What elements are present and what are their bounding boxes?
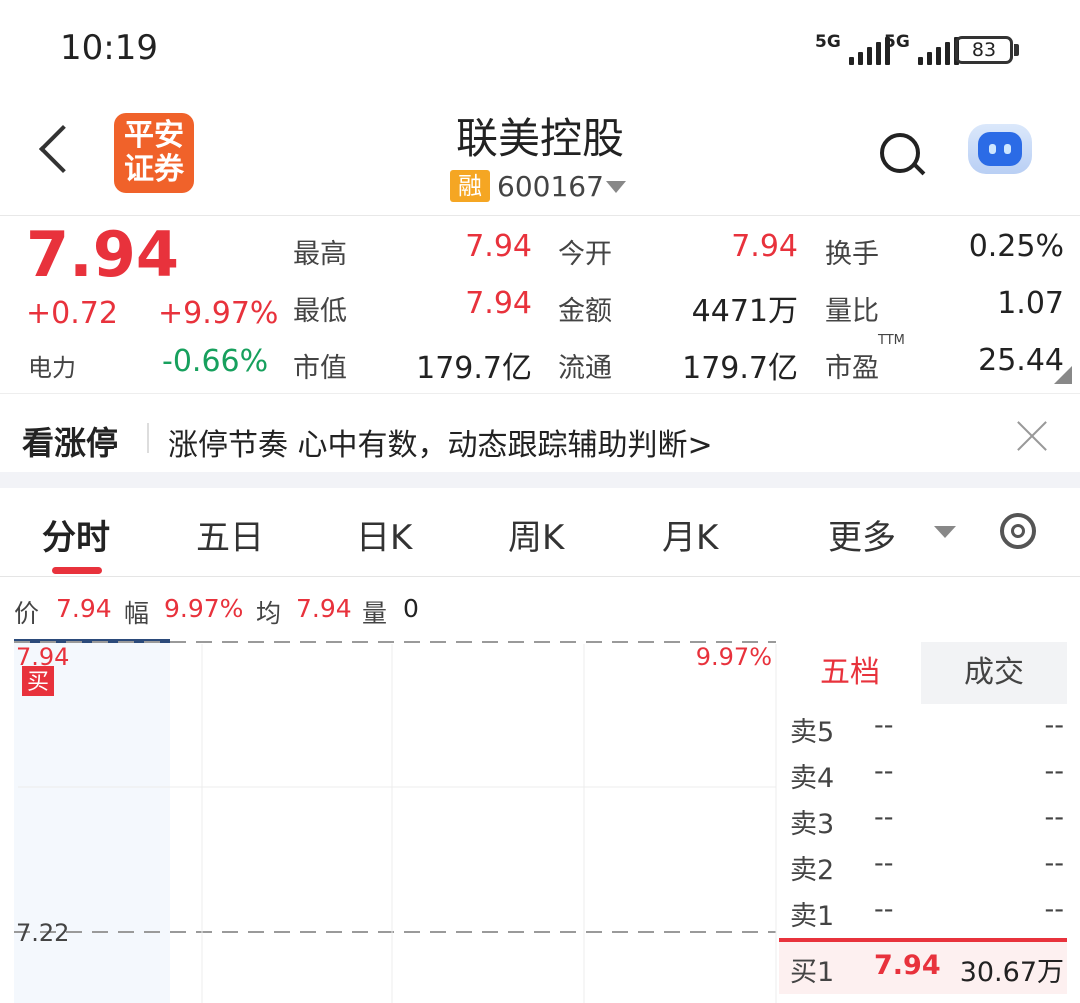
intraday-chart[interactable]: 7.94 9.97% 买 7.22 (0, 630, 780, 1003)
banner-separator (147, 423, 149, 453)
back-icon[interactable] (38, 124, 88, 174)
ask-price: -- (874, 802, 894, 833)
banner-text[interactable]: 涨停节奏 心中有数，动态跟踪辅助判断> (168, 420, 713, 464)
ask-volume: -- (1044, 894, 1065, 925)
battery-icon: 83 (955, 36, 1013, 64)
ask-label: 卖5 (790, 717, 835, 748)
sector-change-pct[interactable]: -0.66% (162, 344, 268, 379)
sim2-label: 5G (884, 32, 910, 52)
signal-icon: 5G (815, 34, 890, 65)
tab-weekly-k[interactable]: 周K (508, 510, 564, 559)
turnover-label: 换手 (825, 239, 879, 270)
open-value: 7.94 (731, 229, 798, 264)
gear-icon-center[interactable] (1011, 524, 1025, 538)
bid-row[interactable]: 买1 7.94 30.67万 (790, 950, 1066, 996)
pe-label: 市盈 (825, 353, 879, 384)
ask-volume: -- (1044, 802, 1065, 833)
sector-name[interactable]: 电力 (28, 348, 76, 383)
ask-price: -- (874, 756, 894, 787)
pe-value: 25.44 (978, 343, 1064, 378)
chevron-down-icon[interactable] (934, 526, 956, 538)
status-time: 10:19 (60, 28, 158, 68)
tab-intraday[interactable]: 分时 (42, 510, 110, 559)
chart-session-shade (14, 642, 170, 1003)
ai-assistant-face[interactable] (978, 132, 1022, 166)
ask-row[interactable]: 卖1 -- -- (790, 894, 1066, 940)
chart-mid-price: 7.22 (16, 919, 69, 947)
signal-icon: 5G (884, 34, 959, 65)
ask-label: 卖3 (790, 809, 835, 840)
buy-marker-text: 买 (27, 670, 49, 695)
open-label: 今开 (558, 239, 612, 270)
ask-row[interactable]: 卖2 -- -- (790, 848, 1066, 894)
high-label: 最高 (293, 239, 347, 270)
chart-top-pct: 9.97% (696, 643, 772, 671)
ask-volume: -- (1044, 848, 1065, 879)
info-price-label: 价 (14, 599, 40, 628)
ask-volume: -- (1044, 756, 1065, 787)
ask-label: 卖2 (790, 855, 835, 886)
low-label: 最低 (293, 296, 347, 327)
broker-logo[interactable]: 平安 证券 (114, 113, 194, 193)
margin-badge: 融 (450, 170, 490, 202)
info-volume-value: 0 (403, 594, 419, 623)
bid-label: 买1 (790, 957, 835, 988)
ask-price: -- (874, 710, 894, 741)
info-range-value: 9.97% (164, 594, 244, 623)
volume-ratio-label: 量比 (825, 296, 879, 327)
pe-ttm-sup: TTM (878, 333, 905, 348)
sim1-label: 5G (815, 32, 841, 52)
tabs-divider (0, 576, 1080, 577)
ask-row[interactable]: 卖4 -- -- (790, 756, 1066, 802)
tab-trades[interactable]: 成交 (921, 642, 1067, 704)
low-value: 7.94 (465, 286, 532, 321)
ask-row[interactable]: 卖3 -- -- (790, 802, 1066, 848)
expand-corner-icon[interactable] (1054, 366, 1072, 384)
bid-volume: 30.67万 (959, 957, 1064, 988)
battery-tip (1014, 44, 1019, 56)
tab-active-indicator (52, 567, 102, 574)
float-cap-value: 179.7亿 (682, 351, 798, 386)
stock-code[interactable]: 600167 (497, 170, 604, 203)
tab-depth[interactable]: 五档 (779, 642, 921, 704)
header-divider (0, 215, 1080, 216)
banner-title[interactable]: 看涨停 (22, 418, 118, 464)
price-change-pct: +9.97% (158, 296, 279, 331)
stock-name: 联美控股 (455, 114, 624, 163)
ask-label: 卖4 (790, 763, 835, 794)
ask-row[interactable]: 卖5 -- -- (790, 710, 1066, 756)
turnover-value: 0.25% (968, 229, 1064, 264)
info-avg-value: 7.94 (296, 594, 352, 623)
search-icon-handle[interactable] (912, 162, 926, 176)
info-price-value: 7.94 (56, 594, 112, 623)
tab-more[interactable]: 更多 (828, 510, 896, 559)
high-value: 7.94 (465, 229, 532, 264)
ask-volume: -- (1044, 710, 1065, 741)
ask-label: 卖1 (790, 901, 835, 932)
chevron-down-icon[interactable] (606, 181, 626, 193)
tab-monthly-k[interactable]: 月K (662, 510, 718, 559)
bid-price: 7.94 (874, 950, 941, 981)
volume-ratio-value: 1.07 (997, 286, 1064, 321)
info-range-label: 幅 (124, 599, 150, 628)
close-icon[interactable] (1012, 416, 1052, 456)
last-price: 7.94 (26, 218, 179, 291)
amount-label: 金额 (558, 296, 612, 327)
broker-logo-line2: 证券 (124, 152, 184, 187)
amount-value: 4471万 (691, 294, 798, 329)
info-volume-label: 量 (362, 599, 388, 628)
ask-price: -- (874, 894, 894, 925)
market-cap-label: 市值 (293, 353, 347, 384)
tab-daily-k[interactable]: 日K (356, 510, 412, 559)
float-cap-label: 流通 (558, 353, 612, 384)
price-change: +0.72 (26, 296, 118, 331)
section-gap (0, 472, 1080, 488)
market-cap-value: 179.7亿 (416, 351, 532, 386)
broker-logo-line1: 平安 (124, 118, 184, 153)
info-avg-label: 均 (256, 599, 282, 628)
tab-five-day[interactable]: 五日 (196, 510, 264, 559)
ask-price: -- (874, 848, 894, 879)
